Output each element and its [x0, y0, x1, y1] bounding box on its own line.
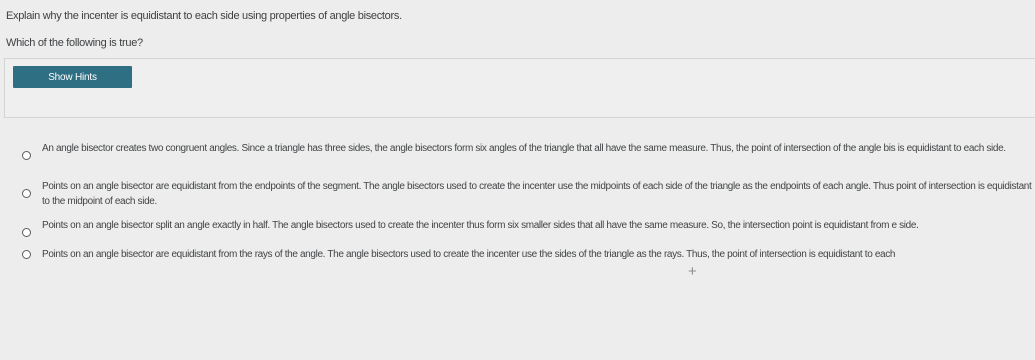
- question-text: Which of the following is true?: [6, 37, 143, 49]
- answer-option-4[interactable]: Points on an angle bisector are equidist…: [22, 247, 1035, 262]
- crosshair-cursor-icon: +: [688, 263, 697, 280]
- problem-prompt: Explain why the incenter is equidistant …: [6, 10, 402, 22]
- answer-option-3[interactable]: Points on an angle bisector split an ang…: [22, 218, 1035, 237]
- radio-button-icon[interactable]: [22, 151, 31, 160]
- hint-panel: [4, 58, 1035, 118]
- answer-option-text: An angle bisector creates two congruent …: [42, 143, 1006, 154]
- question-page: Explain why the incenter is equidistant …: [0, 0, 1035, 360]
- radio-button-icon[interactable]: [22, 250, 31, 259]
- answer-option-text: Points on an angle bisector are equidist…: [42, 249, 896, 260]
- answer-option-2[interactable]: Points on an angle bisector are equidist…: [22, 179, 1035, 209]
- answer-option-1[interactable]: An angle bisector creates two congruent …: [22, 141, 1035, 160]
- answer-option-text: Points on an angle bisector split an ang…: [42, 220, 919, 231]
- show-hints-button[interactable]: Show Hints: [13, 66, 132, 88]
- answer-option-text: Points on an angle bisector are equidist…: [42, 181, 1032, 207]
- radio-button-icon[interactable]: [22, 228, 31, 237]
- radio-button-icon[interactable]: [22, 189, 31, 198]
